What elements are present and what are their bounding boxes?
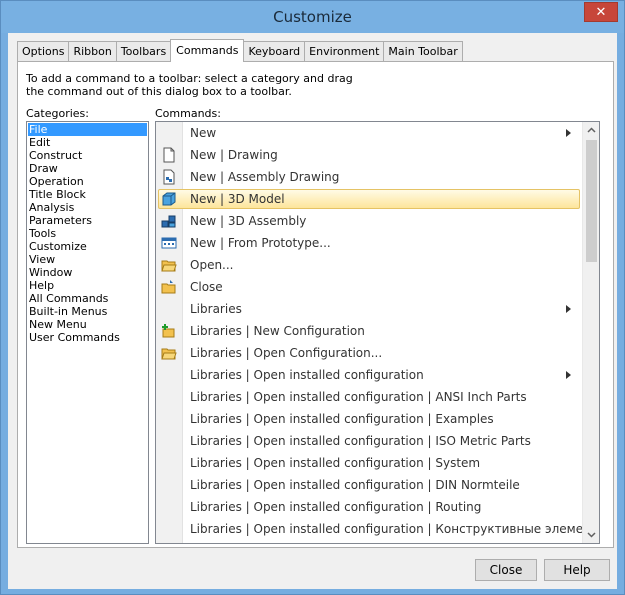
window-title: Customize [273, 8, 352, 26]
command-label: New | Drawing [190, 148, 278, 162]
customize-dialog: Customize ✕ Options Ribbon Toolbars Command… [0, 0, 625, 595]
categories-list[interactable]: File Edit Construct Draw Operation Title Bloc… [26, 121, 149, 544]
command-label: Libraries | Open installed configuration… [190, 456, 481, 470]
window-close-button[interactable]: ✕ [584, 2, 618, 22]
assembly-icon [161, 215, 176, 228]
chevron-up-icon [587, 127, 596, 133]
open-folder-icon [161, 260, 177, 272]
commands-label: Commands: [155, 107, 221, 120]
command-label: Libraries | New Configuration [190, 324, 365, 338]
command-item[interactable]: Libraries | Open installed configuration… [156, 386, 580, 408]
command-label: Libraries | Open Configuration... [190, 346, 383, 360]
close-folder-icon [161, 280, 176, 294]
command-item[interactable]: Libraries | Open installed configuration [156, 364, 580, 386]
categories-label: Categories: [26, 107, 89, 120]
command-label: Libraries | Open installed configuration… [190, 522, 600, 536]
category-item[interactable]: Tools [28, 227, 147, 240]
assembly-drawing-icon [163, 169, 175, 185]
command-item[interactable]: New | Drawing [156, 144, 580, 166]
commands-scrollbar[interactable] [582, 122, 599, 543]
scroll-up-button[interactable] [583, 122, 599, 139]
category-item[interactable]: File [28, 123, 147, 136]
cube-icon [162, 192, 176, 206]
category-item[interactable]: Edit [28, 136, 147, 149]
command-item[interactable]: New | Assembly Drawing [156, 166, 580, 188]
category-item[interactable]: All Commands [28, 292, 147, 305]
tab-main-toolbar[interactable]: Main Toolbar [383, 41, 463, 61]
command-item[interactable]: Close [156, 276, 580, 298]
command-label: Libraries | Open installed configuration… [190, 478, 520, 492]
command-label: New [190, 126, 217, 140]
tab-commands[interactable]: Commands [170, 39, 245, 62]
tab-environment[interactable]: Environment [304, 41, 385, 61]
prototype-icon [161, 237, 177, 249]
command-label: Close [190, 280, 223, 294]
new-config-icon [162, 324, 175, 338]
command-label: Libraries | Open installed configuration… [190, 412, 494, 426]
close-button[interactable]: Close [475, 559, 537, 581]
command-label: New | 3D Assembly [190, 214, 307, 228]
submenu-arrow-icon [566, 371, 571, 379]
commands-tab-panel: To add a command to a toolbar: select a … [17, 61, 614, 548]
category-item[interactable]: Built-in Menus [28, 305, 147, 318]
command-label: New | Assembly Drawing [190, 170, 340, 184]
scroll-down-button[interactable] [583, 526, 599, 543]
category-item[interactable]: Customize [28, 240, 147, 253]
document-icon [163, 147, 175, 163]
category-item[interactable]: Draw [28, 162, 147, 175]
command-label: Libraries | Open installed configuration [190, 368, 424, 382]
dialog-client-area: Options Ribbon Toolbars Commands Keyboard Env… [8, 33, 617, 589]
instructions-text: To add a command to a toolbar: select a … [26, 72, 353, 98]
command-item[interactable]: New | 3D Assembly [156, 210, 580, 232]
command-label: Libraries | Open installed configuration… [190, 500, 482, 514]
category-item[interactable]: View [28, 253, 147, 266]
scroll-thumb[interactable] [586, 140, 597, 262]
command-item[interactable]: Libraries | Open installed configuration… [156, 452, 580, 474]
category-item[interactable]: Analysis [28, 201, 147, 214]
command-item[interactable]: New | From Prototype... [156, 232, 580, 254]
command-item[interactable]: Libraries [156, 298, 580, 320]
command-item[interactable]: New [156, 122, 580, 144]
category-item[interactable]: Parameters [28, 214, 147, 227]
open-folder-icon [161, 348, 177, 360]
tab-ribbon[interactable]: Ribbon [68, 41, 117, 61]
category-item[interactable]: Window [28, 266, 147, 279]
command-label: Libraries | Open installed configuration… [190, 434, 531, 448]
tab-keyboard[interactable]: Keyboard [243, 41, 306, 61]
command-item[interactable]: Libraries | Open installed configuration… [156, 408, 580, 430]
tab-options[interactable]: Options [17, 41, 70, 61]
command-item[interactable]: New | 3D Model [156, 188, 580, 210]
category-item[interactable]: Title Block [28, 188, 147, 201]
commands-list[interactable]: New New | Drawing New | Assembly Drawing Ne… [155, 121, 600, 544]
command-label: Libraries [190, 302, 242, 316]
category-item[interactable]: New Menu [28, 318, 147, 331]
category-item[interactable]: Help [28, 279, 147, 292]
title-bar[interactable]: Customize ✕ [1, 1, 624, 33]
command-item[interactable]: Libraries | New Configuration [156, 320, 580, 342]
command-item[interactable]: Libraries | Open installed configuration… [156, 474, 580, 496]
tab-toolbars[interactable]: Toolbars [115, 41, 172, 61]
command-label: Open... [190, 258, 234, 272]
command-label: New | 3D Model [190, 192, 285, 206]
command-label: Libraries | Open installed configuration… [190, 390, 527, 404]
command-item[interactable]: Libraries | Open installed configuration… [156, 430, 580, 452]
command-item[interactable]: Libraries | Open Configuration... [156, 342, 580, 364]
command-item[interactable]: Libraries | Open installed configuration… [156, 496, 580, 518]
command-label: New | From Prototype... [190, 236, 331, 250]
command-item[interactable]: Libraries | Open installed configuration… [156, 518, 599, 540]
submenu-arrow-icon [566, 305, 571, 313]
category-item[interactable]: Operation [28, 175, 147, 188]
category-item[interactable]: Construct [28, 149, 147, 162]
submenu-arrow-icon [566, 129, 571, 137]
help-button[interactable]: Help [544, 559, 610, 581]
category-item[interactable]: User Commands [28, 331, 147, 344]
command-item[interactable]: Open... [156, 254, 580, 276]
chevron-down-icon [587, 532, 596, 538]
tab-strip: Options Ribbon Toolbars Commands Keyboard Env… [17, 39, 463, 62]
